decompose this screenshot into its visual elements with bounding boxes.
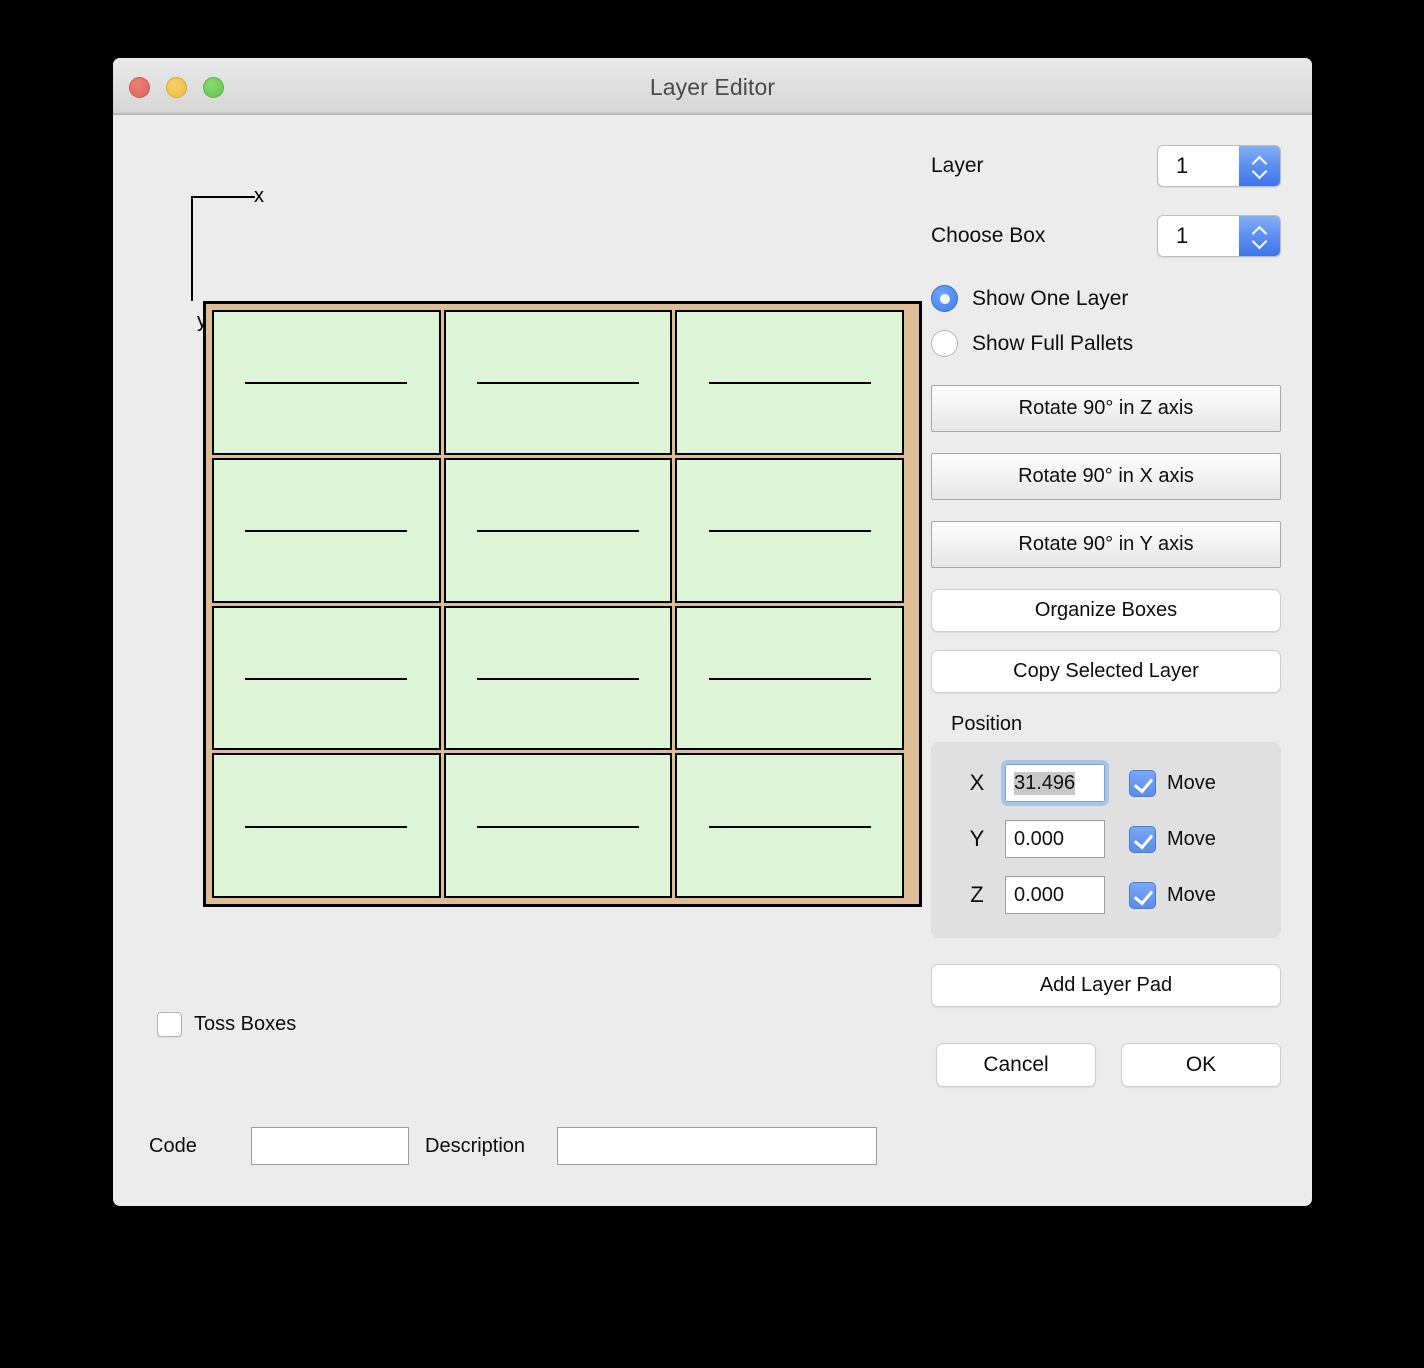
box-orientation-line [477, 382, 639, 385]
pallet-base [203, 301, 922, 907]
box-orientation-line [708, 382, 871, 385]
chevron-down-icon[interactable] [1252, 168, 1267, 176]
choose-box-value[interactable]: 1 [1158, 223, 1239, 249]
layer-editor-window: Layer Editor x y Toss Boxes Code Descrip… [113, 58, 1312, 1206]
window-title: Layer Editor [649, 74, 776, 100]
box-orientation-line [245, 382, 408, 385]
move-y-checkbox[interactable] [1129, 825, 1156, 853]
rotate-y-button[interactable]: Rotate 90° in Y axis [931, 521, 1281, 568]
ok-button[interactable]: OK [1121, 1043, 1281, 1087]
description-label: Description [425, 1134, 526, 1157]
copy-selected-layer-button[interactable]: Copy Selected Layer [931, 650, 1281, 693]
choose-box-stepper[interactable]: 1 [1157, 215, 1281, 257]
move-x-checkbox[interactable] [1129, 769, 1156, 797]
pallet-box[interactable] [675, 310, 904, 455]
dialog-footer-buttons: Cancel OK [931, 1043, 1281, 1087]
layer-value[interactable]: 1 [1158, 153, 1239, 179]
radio-icon-unselected[interactable] [931, 330, 958, 357]
pallet-box[interactable] [443, 310, 673, 455]
radio-show-full-pallets-label: Show Full Pallets [972, 331, 1134, 355]
toss-boxes-label: Toss Boxes [194, 1013, 297, 1035]
pallet-box[interactable] [212, 310, 441, 455]
position-group: Position X 31.496 Move Y 0.000 Move Z 0.… [931, 713, 1281, 938]
position-row-x: X 31.496 Move [949, 760, 1263, 806]
position-x-input[interactable]: 31.496 [1005, 764, 1105, 802]
layer-row: Layer 1 [931, 145, 1281, 187]
box-orientation-line [477, 825, 639, 828]
position-axis-label-z: Z [970, 882, 984, 907]
position-row-y: Y 0.000 Move [949, 820, 1263, 858]
pallet-preview-canvas[interactable]: x y [152, 145, 942, 907]
layer-stepper[interactable]: 1 [1157, 145, 1281, 187]
position-legend: Position [951, 713, 1023, 735]
box-grid [209, 307, 916, 901]
axis-x-label: x [254, 185, 264, 207]
move-z-label: Move [1167, 883, 1216, 906]
radio-show-one-layer-label: Show One Layer [972, 286, 1129, 310]
position-y-value: 0.000 [1014, 827, 1065, 850]
box-orientation-line [708, 825, 871, 828]
choose-box-label: Choose Box [931, 224, 1046, 247]
controls-panel: Layer 1 Choose Box 1 Show One Layer Show… [931, 145, 1281, 1087]
position-z-input[interactable]: 0.000 [1005, 876, 1105, 914]
rotate-z-button[interactable]: Rotate 90° in Z axis [931, 385, 1281, 432]
rotate-x-button[interactable]: Rotate 90° in X axis [931, 453, 1281, 500]
radio-show-full-pallets[interactable]: Show Full Pallets [931, 330, 1281, 357]
choose-box-row: Choose Box 1 [931, 215, 1281, 257]
position-y-field-wrap[interactable]: 0.000 [1005, 820, 1105, 858]
move-x-label: Move [1167, 771, 1216, 794]
organize-boxes-button[interactable]: Organize Boxes [931, 589, 1281, 632]
position-fields-container: X 31.496 Move Y 0.000 Move Z 0.000 Move [931, 742, 1281, 938]
pallet-box[interactable] [675, 605, 904, 751]
move-z-checkbox[interactable] [1129, 881, 1156, 909]
code-description-row: Code Description [149, 1127, 877, 1165]
box-orientation-line [245, 677, 408, 680]
window-titlebar: Layer Editor [113, 58, 1312, 115]
axis-x-line [191, 196, 255, 198]
move-y-label: Move [1167, 827, 1216, 850]
pallet-box[interactable] [212, 753, 441, 898]
position-axis-label-y: Y [969, 826, 985, 851]
description-input[interactable] [557, 1127, 877, 1165]
chevron-down-icon[interactable] [1252, 238, 1267, 246]
box-orientation-line [245, 530, 408, 533]
dialog-content: x y Toss Boxes Code Description Layer 1 … [113, 115, 1312, 1206]
box-orientation-line [477, 530, 639, 533]
position-y-input[interactable]: 0.000 [1005, 820, 1105, 858]
radio-icon-selected[interactable] [931, 285, 958, 312]
position-row-z: Z 0.000 Move [949, 876, 1263, 914]
pallet-box[interactable] [675, 753, 904, 898]
choose-box-stepper-buttons[interactable] [1239, 216, 1280, 256]
pallet-box[interactable] [443, 457, 673, 603]
position-x-value: 31.496 [1014, 771, 1076, 795]
layer-label: Layer [931, 154, 984, 177]
pallet-box[interactable] [443, 753, 673, 898]
position-x-field-wrap[interactable]: 31.496 [1001, 760, 1109, 806]
box-orientation-line [708, 530, 871, 533]
position-z-field-wrap[interactable]: 0.000 [1005, 876, 1105, 914]
code-label: Code [149, 1134, 197, 1157]
pallet-box[interactable] [443, 605, 673, 751]
layer-stepper-buttons[interactable] [1239, 146, 1280, 186]
radio-show-one-layer[interactable]: Show One Layer [931, 285, 1281, 312]
pallet-box[interactable] [212, 457, 441, 603]
code-input[interactable] [251, 1127, 409, 1165]
toss-boxes-row[interactable]: Toss Boxes [157, 1012, 296, 1037]
cancel-button[interactable]: Cancel [936, 1043, 1096, 1087]
position-axis-label-x: X [969, 770, 985, 795]
box-orientation-line [477, 677, 639, 680]
pallet-box[interactable] [212, 605, 441, 751]
toss-boxes-checkbox[interactable] [157, 1012, 182, 1037]
box-orientation-line [245, 825, 408, 828]
position-z-value: 0.000 [1014, 883, 1065, 906]
add-layer-pad-button[interactable]: Add Layer Pad [931, 964, 1281, 1007]
axis-y-line [191, 196, 193, 301]
box-orientation-line [708, 677, 871, 680]
pallet-box[interactable] [675, 457, 904, 603]
